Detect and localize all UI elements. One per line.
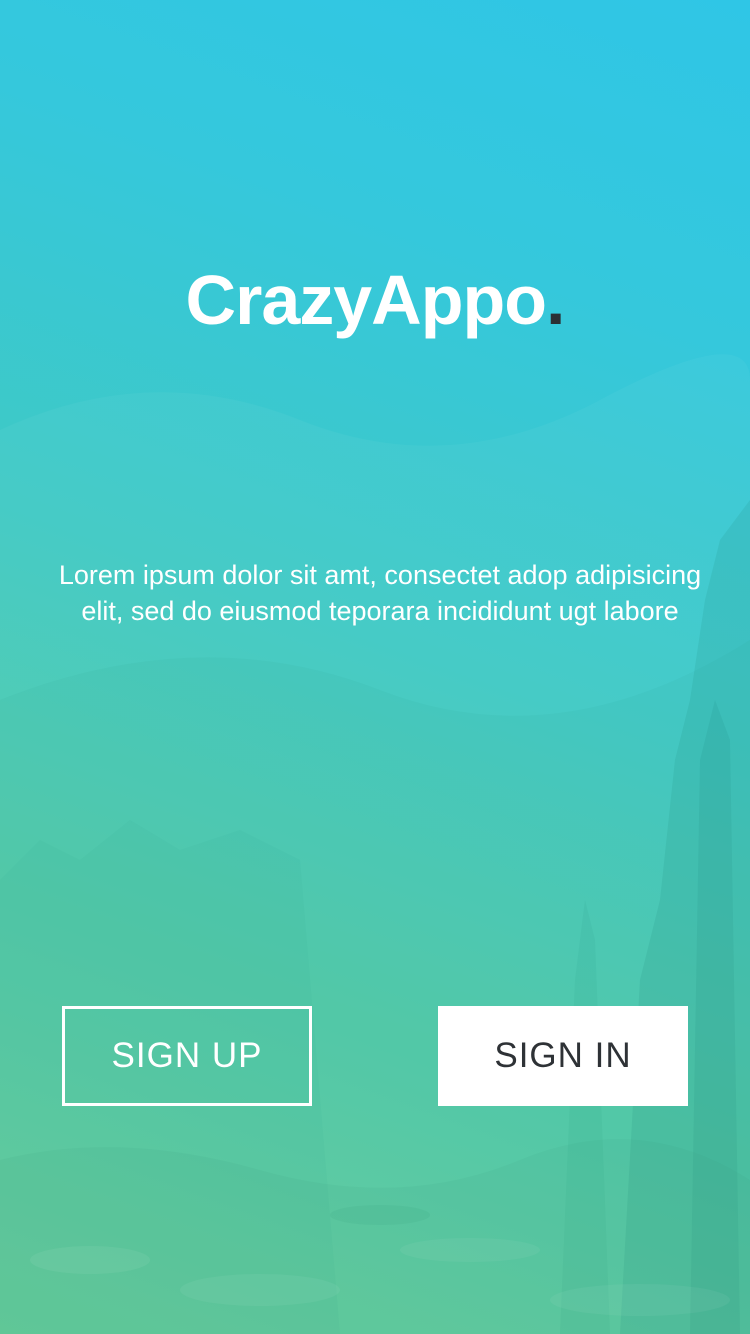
forest-background-image <box>0 354 750 1334</box>
app-logo: CrazyAppo. <box>0 258 750 342</box>
sign-in-button[interactable]: SIGN IN <box>438 1006 688 1106</box>
intro-tagline: Lorem ipsum dolor sit amt, consectet ado… <box>58 560 702 626</box>
welcome-screen: CrazyAppo. Lorem ipsum dolor sit amt, co… <box>0 0 750 1334</box>
app-logo-dot: . <box>546 261 565 339</box>
sign-up-button-label: SIGN UP <box>111 1036 263 1075</box>
app-logo-text: CrazyAppo <box>185 261 547 339</box>
sign-in-button-label: SIGN IN <box>494 1036 632 1075</box>
sign-up-button[interactable]: SIGN UP <box>62 1006 312 1106</box>
